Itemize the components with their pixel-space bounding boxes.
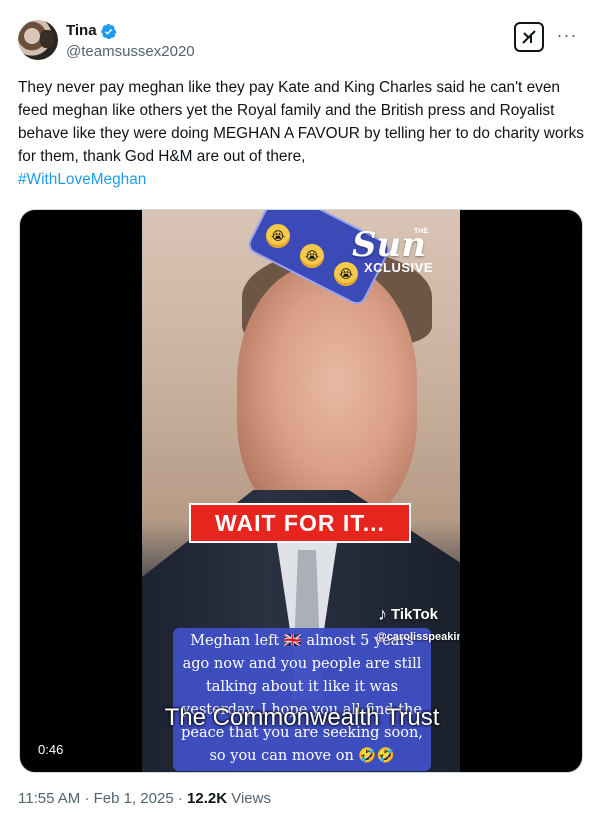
avatar[interactable]	[18, 20, 58, 60]
meta-separator: ·	[177, 790, 188, 807]
video-frame: 😭 😭 😭 THE Sun XCLUSIVE WAIT FOR IT... Me…	[142, 210, 460, 772]
video-player[interactable]: 😭 😭 😭 THE Sun XCLUSIVE WAIT FOR IT... Me…	[19, 209, 583, 773]
views-count: 12.2K	[187, 790, 228, 807]
display-name-row[interactable]: Tina	[66, 22, 117, 40]
caption-text: Meghan left 🇬🇧 almost 5 years ago now an…	[181, 633, 423, 764]
more-options-button[interactable]: ···	[554, 22, 580, 48]
video-subtitle: The Commonwealth Trust	[164, 704, 440, 731]
tweet-meta: 11:55 AM · Feb 1, 2025 · 12.2K Views	[18, 790, 271, 807]
crying-emoji-icon: 😭	[300, 244, 324, 268]
user-info: Tina @teamsussex2020	[66, 22, 195, 62]
tweet-header: Tina @teamsussex2020 ···	[18, 20, 580, 64]
avatar-detail	[40, 30, 54, 48]
tweet-text: They never pay meghan like they pay Kate…	[18, 76, 588, 191]
tiktok-username: @carolisspeaking	[376, 631, 460, 643]
tweet-body: They never pay meghan like they pay Kate…	[18, 79, 589, 165]
verified-badge-icon	[100, 23, 117, 39]
crying-emoji-icon: 😭	[334, 262, 358, 286]
tiktok-watermark: ♪ TikTok	[378, 604, 438, 625]
tiktok-label: TikTok	[391, 606, 438, 623]
video-duration: 0:46	[32, 740, 70, 759]
tweet-date[interactable]: Feb 1, 2025	[94, 790, 174, 807]
grok-icon	[522, 30, 536, 44]
user-handle[interactable]: @teamsussex2020	[66, 42, 195, 62]
wait-for-it-banner: WAIT FOR IT...	[189, 503, 411, 543]
meta-separator: ·	[84, 790, 94, 807]
display-name[interactable]: Tina	[66, 22, 97, 40]
grok-button[interactable]	[514, 22, 544, 52]
crying-emoji-icon: 😭	[266, 224, 290, 248]
video-person-face	[237, 265, 417, 525]
sun-exclusive-label: XCLUSIVE	[364, 260, 434, 275]
tweet-time[interactable]: 11:55 AM	[18, 790, 80, 807]
sun-logo: Sun	[352, 225, 426, 265]
hashtag-link[interactable]: #WithLoveMeghan	[18, 171, 146, 188]
tiktok-icon: ♪	[378, 604, 387, 624]
views-label: Views	[231, 790, 271, 807]
